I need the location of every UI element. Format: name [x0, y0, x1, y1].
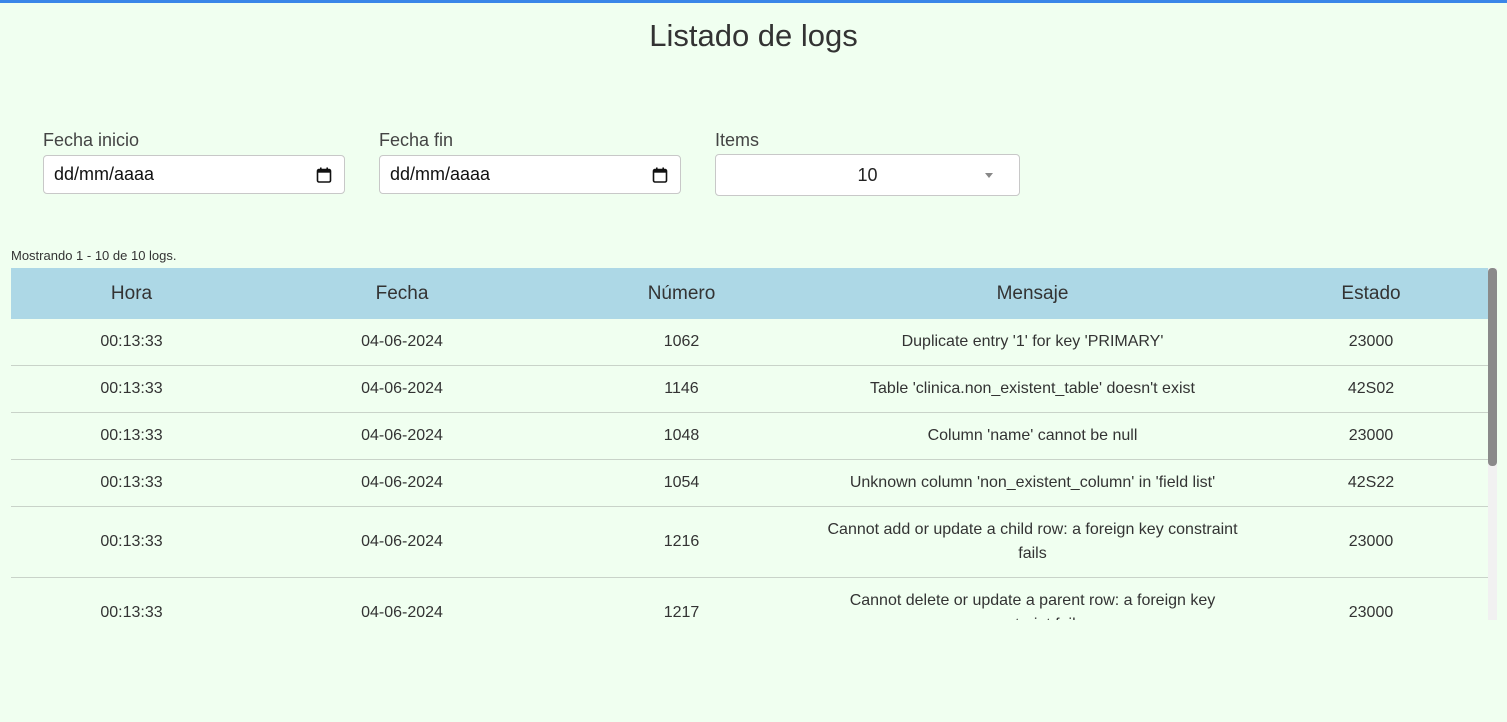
calendar-icon[interactable] [316, 167, 332, 183]
filter-fecha-fin: Fecha fin dd/mm/aaaa [379, 128, 681, 194]
column-header-hora: Hora [11, 268, 252, 319]
cell-hora: 00:13:33 [11, 365, 252, 413]
table-row: 00:13:33 04-06-2024 1048 Column 'name' c… [11, 412, 1488, 460]
column-header-estado: Estado [1254, 268, 1488, 319]
filter-items: Items 10 [715, 128, 1020, 196]
cell-mensaje: Cannot delete or update a parent row: a … [811, 577, 1254, 620]
filter-fecha-inicio: Fecha inicio dd/mm/aaaa [43, 128, 345, 194]
cell-mensaje: Column 'name' cannot be null [811, 412, 1254, 460]
chevron-down-icon [985, 173, 993, 178]
table-row: 00:13:33 04-06-2024 1216 Cannot add or u… [11, 506, 1488, 578]
cell-estado: 23000 [1254, 412, 1488, 460]
column-header-numero: Número [552, 268, 811, 319]
logs-table-container: Hora Fecha Número Mensaje Estado 00:13:3… [11, 268, 1497, 620]
scrollbar-thumb[interactable] [1488, 268, 1497, 466]
cell-numero: 1216 [552, 506, 811, 578]
column-header-fecha: Fecha [252, 268, 552, 319]
items-label: Items [715, 130, 760, 150]
cell-numero: 1217 [552, 577, 811, 620]
fecha-inicio-value: dd/mm/aaaa [54, 164, 155, 184]
fecha-fin-input[interactable]: dd/mm/aaaa [379, 155, 681, 194]
cell-numero: 1062 [552, 319, 811, 366]
cell-mensaje: Unknown column 'non_existent_column' in … [811, 459, 1254, 507]
cell-fecha: 04-06-2024 [252, 459, 552, 507]
cell-estado: 23000 [1254, 577, 1488, 620]
cell-numero: 1054 [552, 459, 811, 507]
cell-mensaje: Duplicate entry '1' for key 'PRIMARY' [811, 319, 1254, 366]
column-header-mensaje: Mensaje [811, 268, 1254, 319]
cell-estado: 42S02 [1254, 365, 1488, 413]
items-select-value: 10 [857, 165, 878, 185]
cell-estado: 23000 [1254, 506, 1488, 578]
cell-fecha: 04-06-2024 [252, 506, 552, 578]
table-row: 00:13:33 04-06-2024 1062 Duplicate entry… [11, 319, 1488, 366]
fecha-inicio-label: Fecha inicio [43, 130, 140, 150]
cell-mensaje: Cannot add or update a child row: a fore… [811, 506, 1254, 578]
table-row: 00:13:33 04-06-2024 1217 Cannot delete o… [11, 577, 1488, 620]
table-scrollbar[interactable] [1488, 268, 1497, 620]
calendar-icon[interactable] [652, 167, 668, 183]
cell-numero: 1146 [552, 365, 811, 413]
cell-numero: 1048 [552, 412, 811, 460]
cell-hora: 00:13:33 [11, 459, 252, 507]
cell-estado: 23000 [1254, 319, 1488, 366]
cell-hora: 00:13:33 [11, 319, 252, 366]
cell-fecha: 04-06-2024 [252, 319, 552, 366]
cell-mensaje: Table 'clinica.non_existent_table' doesn… [811, 365, 1254, 413]
cell-fecha: 04-06-2024 [252, 412, 552, 460]
table-header-row: Hora Fecha Número Mensaje Estado [11, 268, 1488, 319]
fecha-fin-label: Fecha fin [379, 130, 454, 150]
fecha-fin-value: dd/mm/aaaa [390, 164, 491, 184]
cell-fecha: 04-06-2024 [252, 365, 552, 413]
cell-hora: 00:13:33 [11, 506, 252, 578]
cell-fecha: 04-06-2024 [252, 577, 552, 620]
cell-hora: 00:13:33 [11, 577, 252, 620]
results-summary: Mostrando 1 - 10 de 10 logs. [11, 248, 177, 263]
fecha-inicio-input[interactable]: dd/mm/aaaa [43, 155, 345, 194]
cell-estado: 42S22 [1254, 459, 1488, 507]
cell-hora: 00:13:33 [11, 412, 252, 460]
logs-table: Hora Fecha Número Mensaje Estado 00:13:3… [11, 268, 1488, 620]
page-title: Listado de logs [649, 18, 858, 53]
items-select[interactable]: 10 [715, 154, 1020, 196]
table-row: 00:13:33 04-06-2024 1146 Table 'clinica.… [11, 365, 1488, 413]
top-accent-bar [0, 0, 1507, 3]
table-row: 00:13:33 04-06-2024 1054 Unknown column … [11, 459, 1488, 507]
